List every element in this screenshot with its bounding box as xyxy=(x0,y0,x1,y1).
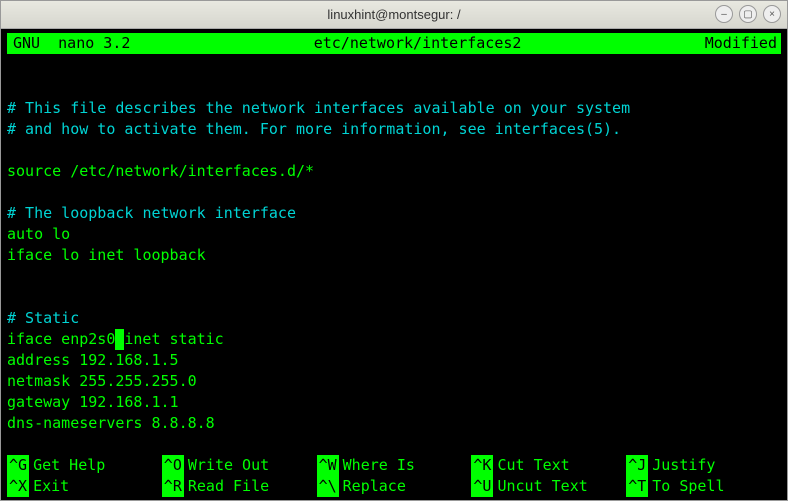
shortcut-replace[interactable]: ^\Replace xyxy=(317,476,472,497)
editor-line: iface enp2s0 inet static xyxy=(7,330,224,348)
editor-line: # Static xyxy=(7,309,79,327)
window-controls: – ▢ × xyxy=(715,5,781,23)
shortcut-justify[interactable]: ^JJustify xyxy=(626,455,781,476)
terminal-window: linuxhint@montsegur: / – ▢ × GNU nano 3.… xyxy=(0,0,788,501)
editor-line: address 192.168.1.5 xyxy=(7,351,179,369)
editor-content[interactable]: # This file describes the network interf… xyxy=(7,56,781,455)
shortcut-read-file[interactable]: ^RRead File xyxy=(162,476,317,497)
nano-footer: ^GGet Help ^OWrite Out ^WWhere Is ^KCut … xyxy=(7,455,781,497)
minimize-button[interactable]: – xyxy=(715,5,733,23)
shortcut-to-spell[interactable]: ^TTo Spell xyxy=(626,476,781,497)
shortcut-write-out[interactable]: ^OWrite Out xyxy=(162,455,317,476)
close-button[interactable]: × xyxy=(763,5,781,23)
nano-version: GNU nano 3.2 xyxy=(7,33,130,54)
maximize-button[interactable]: ▢ xyxy=(739,5,757,23)
nano-filename: etc/network/interfaces2 xyxy=(130,33,704,54)
editor-line: iface lo inet loopback xyxy=(7,246,206,264)
shortcut-exit[interactable]: ^XExit xyxy=(7,476,162,497)
footer-row: ^GGet Help ^OWrite Out ^WWhere Is ^KCut … xyxy=(7,455,781,476)
shortcut-cut-text[interactable]: ^KCut Text xyxy=(471,455,626,476)
editor-line: netmask 255.255.255.0 xyxy=(7,372,197,390)
shortcut-where-is[interactable]: ^WWhere Is xyxy=(317,455,472,476)
editor-line: # and how to activate them. For more inf… xyxy=(7,120,621,138)
editor-line: gateway 192.168.1.1 xyxy=(7,393,179,411)
editor-line: source /etc/network/interfaces.d/* xyxy=(7,162,314,180)
shortcut-get-help[interactable]: ^GGet Help xyxy=(7,455,162,476)
editor-line: auto lo xyxy=(7,225,70,243)
editor-line: # The loopback network interface xyxy=(7,204,296,222)
footer-row: ^XExit ^RRead File ^\Replace ^UUncut Tex… xyxy=(7,476,781,497)
editor-line: # This file describes the network interf… xyxy=(7,99,630,117)
window-title: linuxhint@montsegur: / xyxy=(327,7,460,22)
editor-line: dns-nameservers 8.8.8.8 xyxy=(7,414,215,432)
titlebar: linuxhint@montsegur: / – ▢ × xyxy=(1,1,787,29)
nano-status: Modified xyxy=(705,33,781,54)
shortcut-uncut-text[interactable]: ^UUncut Text xyxy=(471,476,626,497)
nano-header: GNU nano 3.2 etc/network/interfaces2 Mod… xyxy=(7,33,781,54)
terminal-area[interactable]: GNU nano 3.2 etc/network/interfaces2 Mod… xyxy=(1,29,787,500)
